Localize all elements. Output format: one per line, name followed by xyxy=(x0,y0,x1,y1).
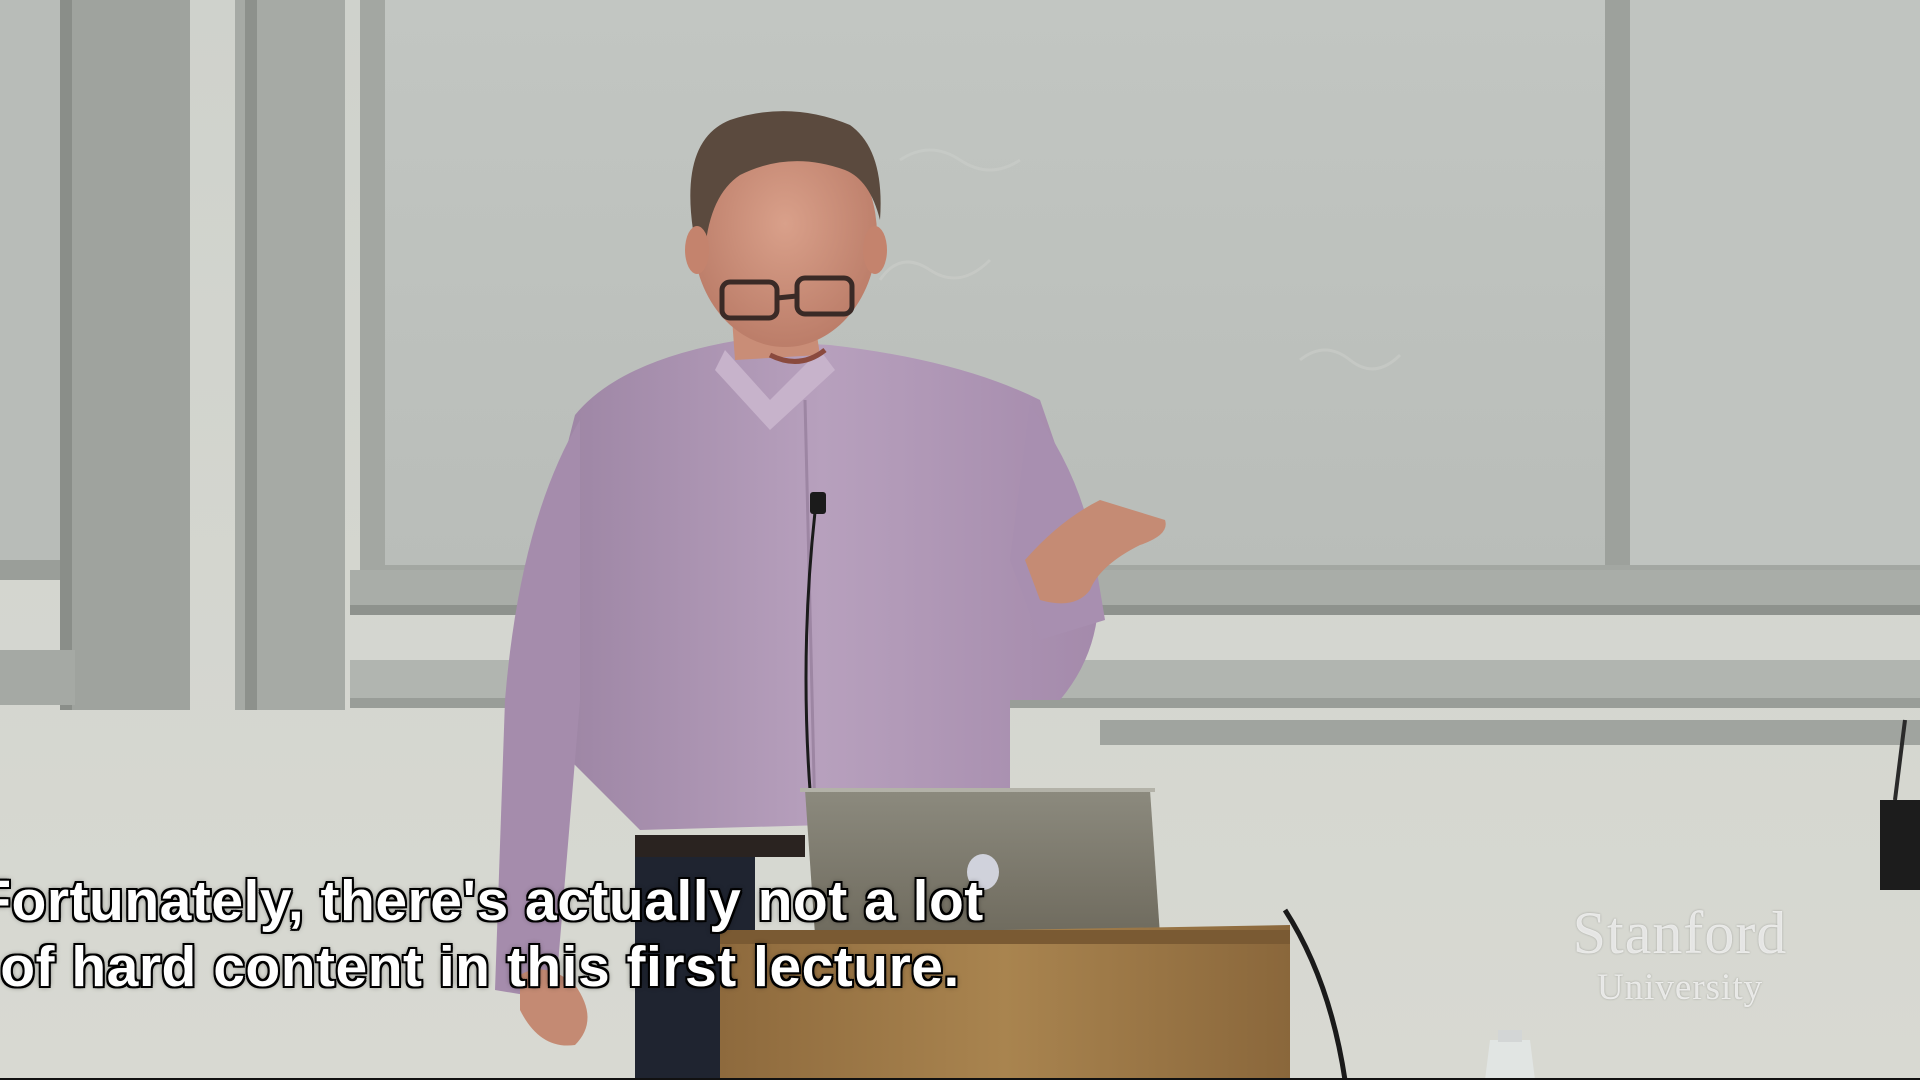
lecture-scene-image xyxy=(0,0,1920,1080)
video-frame: Fortunately, there's actually not a lot … xyxy=(0,0,1920,1080)
